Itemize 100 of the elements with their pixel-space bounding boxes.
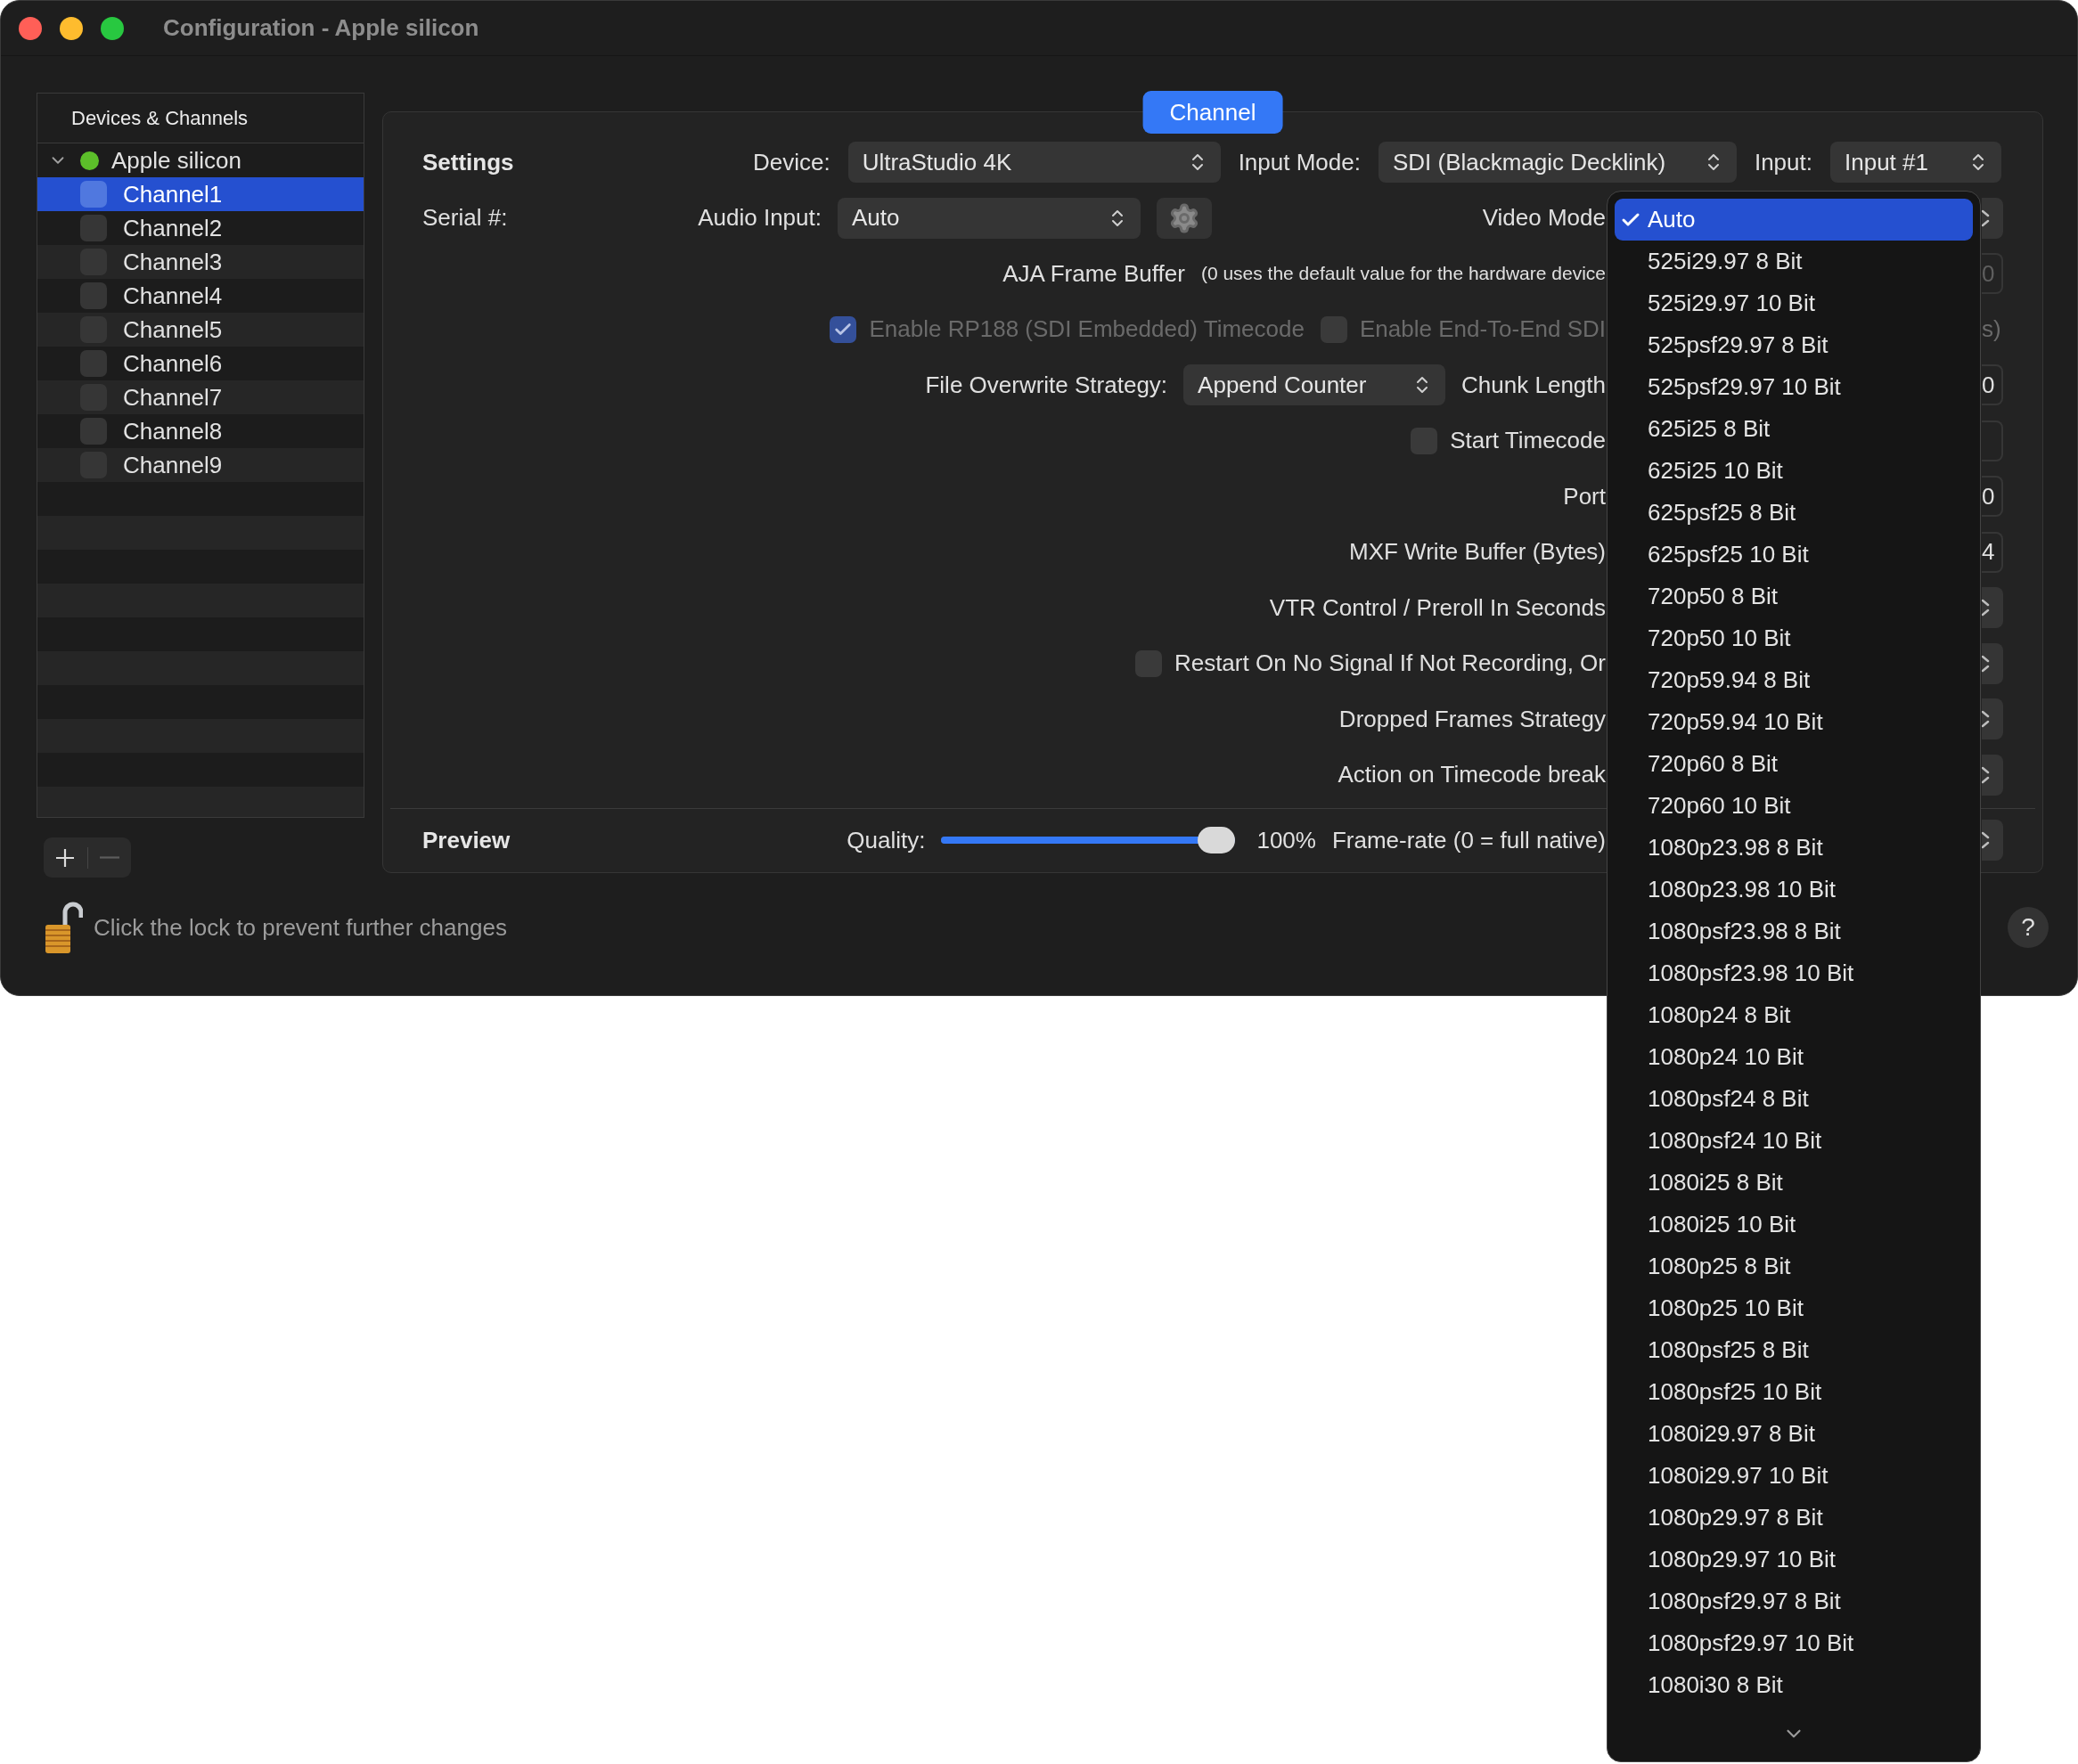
- menu-item[interactable]: 1080p24 8 Bit: [1615, 994, 1973, 1036]
- channel-row[interactable]: Channel7: [37, 380, 364, 414]
- menu-item[interactable]: 525psf29.97 8 Bit: [1615, 324, 1973, 366]
- popup-button[interactable]: [1982, 754, 2003, 796]
- menu-item[interactable]: 1080psf24 10 Bit: [1615, 1120, 1973, 1162]
- close-button[interactable]: [19, 16, 42, 40]
- menu-item[interactable]: 525i29.97 8 Bit: [1615, 241, 1973, 282]
- section-heading: Preview: [422, 826, 511, 854]
- popup-button[interactable]: Input #1: [1830, 142, 2001, 184]
- channel-name: Channel3: [123, 248, 223, 276]
- field-label: Input Mode:: [1238, 148, 1361, 176]
- field-label: Quality:: [847, 826, 926, 854]
- field-label: Dropped Frames Strategy: [1338, 705, 1606, 733]
- menu-item[interactable]: 1080p25 10 Bit: [1615, 1287, 1973, 1329]
- slider-thumb[interactable]: [1198, 827, 1236, 853]
- menu-item[interactable]: 1080psf23.98 10 Bit: [1615, 952, 1973, 994]
- channel-tab[interactable]: Channel: [1142, 91, 1283, 134]
- menu-item[interactable]: 625i25 10 Bit: [1615, 450, 1973, 492]
- field-label: AJA Frame Buffer: [1002, 259, 1185, 288]
- quality-slider[interactable]: [941, 827, 1236, 853]
- zoom-button[interactable]: [101, 16, 124, 40]
- checkbox[interactable]: [80, 350, 107, 377]
- minus-icon: [99, 856, 119, 859]
- menu-item[interactable]: 1080i25 10 Bit: [1615, 1204, 1973, 1245]
- menu-item[interactable]: 720p59.94 10 Bit: [1615, 701, 1973, 743]
- channel-row[interactable]: Channel1: [37, 177, 364, 211]
- field-label: MXF Write Buffer (Bytes): [1349, 538, 1606, 567]
- menu-item[interactable]: 1080psf29.97 8 Bit: [1615, 1580, 1973, 1622]
- section-heading: Settings: [422, 148, 514, 176]
- checkbox[interactable]: [80, 282, 107, 309]
- minimize-button[interactable]: [60, 16, 83, 40]
- menu-item[interactable]: 720p60 10 Bit: [1615, 785, 1973, 827]
- channel-row[interactable]: Channel5: [37, 313, 364, 347]
- menu-item[interactable]: 1080p29.97 10 Bit: [1615, 1539, 1973, 1580]
- popup-button[interactable]: Append Counter: [1183, 364, 1446, 406]
- checkbox-label: Start Timecode: [1450, 427, 1606, 455]
- menu-item[interactable]: 525i29.97 10 Bit: [1615, 282, 1973, 324]
- menu-item[interactable]: 720p50 8 Bit: [1615, 576, 1973, 617]
- checkbox[interactable]: [80, 418, 107, 445]
- hint-text: (0 uses the default value for the hardware device: [1200, 263, 1606, 285]
- menu-item[interactable]: 1080psf24 8 Bit: [1615, 1078, 1973, 1120]
- settings-button[interactable]: [1157, 197, 1212, 239]
- field-label: Serial #:: [422, 204, 508, 233]
- popup-button[interactable]: Auto: [838, 197, 1141, 239]
- field-label: File Overwrite Strategy:: [925, 371, 1168, 399]
- menu-item[interactable]: 525psf29.97 10 Bit: [1615, 366, 1973, 408]
- menu-item[interactable]: 1080psf25 8 Bit: [1615, 1329, 1973, 1371]
- menu-item[interactable]: 1080p29.97 8 Bit: [1615, 1497, 1973, 1539]
- menu-item[interactable]: 1080i29.97 10 Bit: [1615, 1455, 1973, 1497]
- field-label: Chunk Length: [1461, 371, 1606, 399]
- channel-name: Channel9: [123, 451, 223, 479]
- field-label: Action on Timecode break: [1338, 761, 1606, 789]
- menu-item[interactable]: 1080psf29.97 10 Bit: [1615, 1622, 1973, 1664]
- popup-button[interactable]: [1982, 642, 2003, 684]
- chevron-icon: [1982, 829, 1991, 851]
- menu-item[interactable]: 1080p23.98 8 Bit: [1615, 827, 1973, 869]
- checkbox[interactable]: [80, 215, 107, 241]
- field-label: VTR Control / Preroll In Seconds: [1269, 593, 1606, 622]
- popup-button[interactable]: [1982, 197, 2003, 239]
- menu-item[interactable]: Auto: [1615, 199, 1973, 241]
- menu-item[interactable]: 1080psf23.98 8 Bit: [1615, 911, 1973, 952]
- channel-name: Channel7: [123, 383, 223, 412]
- window-title: Configuration - Apple silicon: [163, 14, 479, 42]
- channel-name: Channel5: [123, 315, 223, 344]
- option-label: s): [1982, 315, 2002, 344]
- channel-row[interactable]: Channel3: [37, 245, 364, 279]
- menu-item[interactable]: 625psf25 10 Bit: [1615, 534, 1973, 576]
- field-label: Port: [1563, 482, 1606, 510]
- plus-icon: [55, 847, 76, 868]
- popup-button[interactable]: SDI (Blackmagic Decklink): [1378, 142, 1737, 184]
- menu-item[interactable]: 720p60 8 Bit: [1615, 743, 1973, 785]
- menu-item[interactable]: 1080p25 8 Bit: [1615, 1245, 1973, 1287]
- menu-item[interactable]: 720p59.94 8 Bit: [1615, 659, 1973, 701]
- channel-name: Channel6: [123, 349, 223, 378]
- slider-value: 100%: [1256, 826, 1316, 854]
- menu-item[interactable]: 720p50 10 Bit: [1615, 617, 1973, 659]
- field-label: Device:: [752, 148, 830, 176]
- popup-button[interactable]: UltraStudio 4K: [847, 142, 1221, 184]
- channel-row[interactable]: Channel9: [37, 448, 364, 482]
- menu-item[interactable]: 1080p23.98 10 Bit: [1615, 869, 1973, 911]
- menu-item[interactable]: 1080psf25 10 Bit: [1615, 1371, 1973, 1413]
- field-label: Video Mode: [1482, 204, 1606, 233]
- checkbox-label: Enable RP188 (SDI Embedded) Timecode: [869, 315, 1305, 344]
- menu-item[interactable]: 625psf25 8 Bit: [1615, 492, 1973, 534]
- checkbox-label: Enable End-To-End SDI: [1359, 315, 1606, 344]
- menu-item[interactable]: 1080p24 10 Bit: [1615, 1036, 1973, 1078]
- menu-item[interactable]: 1080i29.97 8 Bit: [1615, 1413, 1973, 1455]
- menu-item[interactable]: 1080i30 8 Bit: [1615, 1664, 1973, 1706]
- checkbox[interactable]: [80, 181, 107, 208]
- device-name: Apple silicon: [111, 146, 241, 175]
- popup-button[interactable]: [1982, 820, 2003, 861]
- padlock-icon: [44, 900, 83, 955]
- menu-item[interactable]: 1080i25 8 Bit: [1615, 1162, 1973, 1204]
- popup-button[interactable]: [1982, 587, 2003, 629]
- menu-item[interactable]: 625i25 8 Bit: [1615, 408, 1973, 450]
- channel-name: Channel2: [123, 214, 223, 242]
- gear-icon: [1168, 201, 1200, 234]
- channel-name: Channel8: [123, 417, 223, 445]
- popup-button[interactable]: [1982, 698, 2003, 740]
- help-button[interactable]: ?: [2008, 907, 2049, 948]
